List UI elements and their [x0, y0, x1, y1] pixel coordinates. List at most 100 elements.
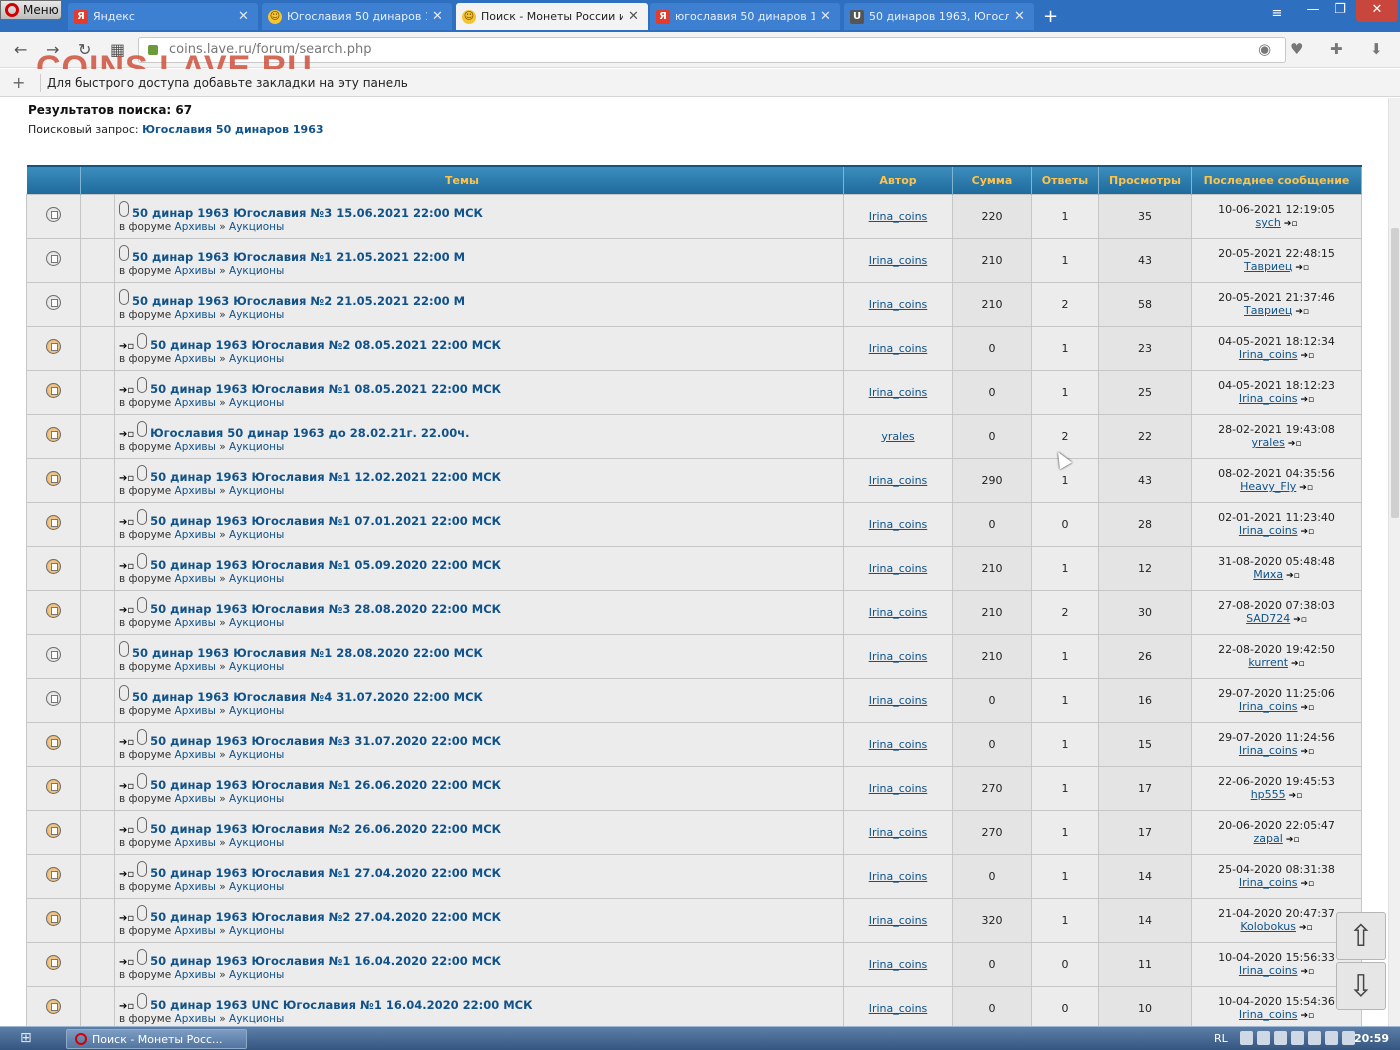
author-link[interactable]: Irina_coins — [869, 210, 928, 223]
forum-auctions-link[interactable]: Аукционы — [229, 881, 284, 893]
tab-list-icon[interactable]: ≡ — [1264, 4, 1290, 26]
goto-last-post-icon[interactable]: ➔▫ — [1300, 527, 1314, 537]
forum-auctions-link[interactable]: Аукционы — [229, 353, 284, 365]
forum-archive-link[interactable]: Архивы — [175, 529, 216, 541]
heart-icon[interactable]: ♥ — [1290, 40, 1303, 58]
header-views[interactable]: Просмотры — [1098, 165, 1192, 194]
topic-title-link[interactable]: 50 динар 1963 Югославия №2 26.06.2020 22… — [150, 822, 501, 836]
author-link[interactable]: Irina_coins — [869, 518, 928, 531]
goto-last-post-icon[interactable]: ➔▫ — [1300, 967, 1314, 977]
author-link[interactable]: Irina_coins — [869, 650, 928, 663]
topic-title-link[interactable]: 50 динар 1963 Югославия №1 05.09.2020 22… — [150, 558, 501, 572]
forum-auctions-link[interactable]: Аукционы — [229, 749, 284, 761]
goto-last-post-icon[interactable]: ➔▫ — [1288, 439, 1302, 449]
opera-menu-button[interactable]: Меню — [0, 0, 62, 20]
topic-title-link[interactable]: 50 динар 1963 Югославия №1 21.05.2021 22… — [132, 250, 465, 264]
forum-auctions-link[interactable]: Аукционы — [229, 573, 284, 585]
topic-title-link[interactable]: 50 динар 1963 Югославия №3 28.08.2020 22… — [150, 602, 501, 616]
goto-last-post-icon[interactable]: ➔▫ — [1300, 351, 1314, 361]
author-link[interactable]: Irina_coins — [869, 826, 928, 839]
forum-archive-link[interactable]: Архивы — [175, 485, 216, 497]
add-bookmark-plus-icon[interactable]: + — [12, 73, 25, 92]
forum-auctions-link[interactable]: Аукционы — [229, 1013, 284, 1025]
last-post-user-link[interactable]: Тавриец — [1244, 260, 1292, 273]
author-link[interactable]: Irina_coins — [869, 474, 928, 487]
goto-last-post-icon[interactable]: ➔▫ — [1293, 615, 1307, 625]
goto-new-post-icon[interactable]: ➔▫ — [119, 825, 134, 836]
goto-new-post-icon[interactable]: ➔▫ — [119, 869, 134, 880]
topic-title-link[interactable]: 50 динар 1963 Югославия №1 07.01.2021 22… — [150, 514, 501, 528]
goto-last-post-icon[interactable]: ➔▫ — [1291, 659, 1305, 669]
goto-last-post-icon[interactable]: ➔▫ — [1284, 219, 1298, 229]
forum-auctions-link[interactable]: Аукционы — [229, 969, 284, 981]
forum-archive-link[interactable]: Архивы — [175, 749, 216, 761]
scrollbar-thumb[interactable] — [1391, 228, 1399, 518]
forum-archive-link[interactable]: Архивы — [175, 837, 216, 849]
scroll-down-arrow-icon[interactable]: ⇩ — [1336, 962, 1386, 1010]
forum-auctions-link[interactable]: Аукционы — [229, 529, 284, 541]
topic-title-link[interactable]: 50 динар 1963 Югославия №1 12.02.2021 22… — [150, 470, 501, 484]
goto-new-post-icon[interactable]: ➔▫ — [119, 517, 134, 528]
topic-title-link[interactable]: 50 динар 1963 Югославия №2 27.04.2020 22… — [150, 910, 501, 924]
topic-title-link[interactable]: 50 динар 1963 Югославия №3 31.07.2020 22… — [150, 734, 501, 748]
search-query-link[interactable]: Югославия 50 динаров 1963 — [142, 123, 323, 136]
forum-archive-link[interactable]: Архивы — [175, 1013, 216, 1025]
forum-archive-link[interactable]: Архивы — [175, 617, 216, 629]
forum-auctions-link[interactable]: Аукционы — [229, 485, 284, 497]
goto-new-post-icon[interactable]: ➔▫ — [119, 913, 134, 924]
goto-new-post-icon[interactable]: ➔▫ — [119, 737, 134, 748]
close-icon[interactable]: ✕ — [432, 9, 446, 24]
forum-auctions-link[interactable]: Аукционы — [229, 397, 284, 409]
author-link[interactable]: Irina_coins — [869, 342, 928, 355]
goto-last-post-icon[interactable]: ➔▫ — [1299, 483, 1313, 493]
topic-title-link[interactable]: 50 динар 1963 Югославия №1 16.04.2020 22… — [150, 954, 501, 968]
last-post-user-link[interactable]: SAD724 — [1246, 612, 1290, 625]
tab-yugoslavia-forum[interactable]: ☺ Югославия 50 динаров 1963 ✕ — [262, 3, 452, 30]
topic-title-link[interactable]: 50 динар 1963 Югославия №1 28.08.2020 22… — [132, 646, 483, 660]
forum-archive-link[interactable]: Архивы — [175, 265, 216, 277]
last-post-user-link[interactable]: Миха — [1253, 568, 1283, 581]
author-link[interactable]: Irina_coins — [869, 782, 928, 795]
forum-archive-link[interactable]: Архивы — [175, 705, 216, 717]
goto-last-post-icon[interactable]: ➔▫ — [1295, 263, 1309, 273]
close-icon[interactable]: ✕ — [820, 9, 834, 24]
goto-new-post-icon[interactable]: ➔▫ — [119, 957, 134, 968]
forum-auctions-link[interactable]: Аукционы — [229, 309, 284, 321]
author-link[interactable]: Irina_coins — [869, 694, 928, 707]
last-post-user-link[interactable]: Kolobokus — [1240, 920, 1296, 933]
tab-yandex-search[interactable]: Я югославия 50 динаров 1963 ✕ — [650, 3, 840, 30]
network-icon[interactable] — [1325, 1031, 1338, 1045]
start-icon[interactable]: ⊞ — [20, 1030, 48, 1048]
author-link[interactable]: Irina_coins — [869, 386, 928, 399]
last-post-user-link[interactable]: Irina_coins — [1239, 392, 1298, 405]
forum-archive-link[interactable]: Архивы — [175, 969, 216, 981]
close-icon[interactable]: ✕ — [238, 9, 252, 24]
last-post-user-link[interactable]: Irina_coins — [1239, 876, 1298, 889]
goto-last-post-icon[interactable]: ➔▫ — [1289, 791, 1303, 801]
forum-archive-link[interactable]: Архивы — [175, 925, 216, 937]
author-link[interactable]: Irina_coins — [869, 738, 928, 751]
goto-last-post-icon[interactable]: ➔▫ — [1286, 835, 1300, 845]
forum-auctions-link[interactable]: Аукционы — [229, 793, 284, 805]
goto-last-post-icon[interactable]: ➔▫ — [1299, 923, 1313, 933]
tab-ucoin[interactable]: U 50 динаров 1963, Югославия ✕ — [844, 3, 1034, 30]
goto-last-post-icon[interactable]: ➔▫ — [1300, 1011, 1314, 1021]
topic-title-link[interactable]: 50 динар 1963 Югославия №2 08.05.2021 22… — [150, 338, 501, 352]
goto-new-post-icon[interactable]: ➔▫ — [119, 341, 134, 352]
topic-title-link[interactable]: 50 динар 1963 Югославия №2 21.05.2021 22… — [132, 294, 465, 308]
page-scrollbar[interactable] — [1388, 98, 1400, 1026]
tray-app-icon[interactable] — [1240, 1031, 1253, 1045]
author-link[interactable]: Irina_coins — [869, 914, 928, 927]
forum-auctions-link[interactable]: Аукционы — [229, 925, 284, 937]
goto-new-post-icon[interactable]: ➔▫ — [119, 605, 134, 616]
forum-archive-link[interactable]: Архивы — [175, 221, 216, 233]
author-link[interactable]: yrales — [881, 430, 914, 443]
tray-app-icon[interactable] — [1308, 1031, 1321, 1045]
tab-yandex[interactable]: Я Яндекс ✕ — [68, 3, 258, 30]
author-link[interactable]: Irina_coins — [869, 254, 928, 267]
maximize-icon[interactable]: ❐ — [1327, 0, 1353, 22]
forum-auctions-link[interactable]: Аукционы — [229, 837, 284, 849]
last-post-user-link[interactable]: zapal — [1254, 832, 1283, 845]
last-post-user-link[interactable]: kurrent — [1248, 656, 1288, 669]
forum-archive-link[interactable]: Архивы — [175, 661, 216, 673]
